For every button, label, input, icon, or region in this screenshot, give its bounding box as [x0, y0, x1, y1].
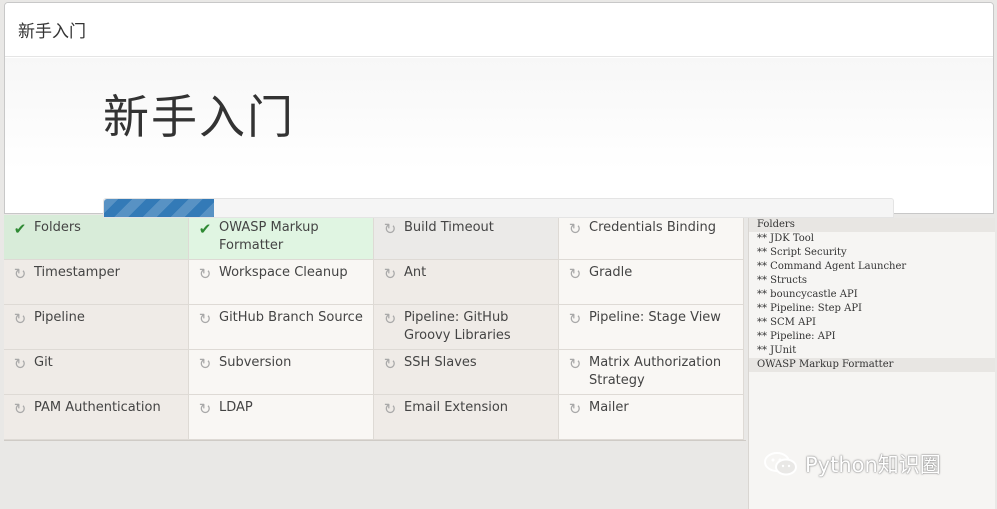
refresh-icon: ↻	[383, 220, 397, 238]
log-line: OWASP Markup Formatter	[749, 358, 995, 372]
log-line: Folders	[749, 218, 995, 232]
refresh-icon: ↻	[568, 220, 582, 238]
plugin-item: ↻ Git	[4, 350, 189, 395]
check-icon: ✔	[198, 220, 212, 238]
refresh-icon: ↻	[13, 310, 27, 328]
plugin-item: ↻ Pipeline: Stage View	[559, 305, 744, 350]
plugin-item: ↻ Subversion	[189, 350, 374, 395]
refresh-icon: ↻	[383, 310, 397, 328]
refresh-icon: ↻	[13, 265, 27, 283]
plugin-name: GitHub Branch Source	[219, 310, 363, 325]
plugin-name: Email Extension	[404, 400, 509, 415]
plugin-name: Gradle	[589, 265, 633, 280]
plugin-name: Credentials Binding	[589, 220, 716, 235]
refresh-icon: ↻	[568, 355, 582, 373]
log-line: ** JUnit	[757, 345, 797, 356]
plugin-name: OWASP Markup Formatter	[219, 220, 319, 253]
log-line: ** SCM API	[757, 317, 816, 328]
plugin-item: ↻ GitHub Branch Source	[189, 305, 374, 350]
plugin-item: ↻ Credentials Binding	[559, 215, 744, 260]
refresh-icon: ↻	[13, 400, 27, 418]
watermark-text: Python知识圈	[805, 453, 941, 477]
refresh-icon: ↻	[383, 355, 397, 373]
plugin-item: ✔ Folders	[4, 215, 189, 260]
plugin-item: ↻ Pipeline: GitHub Groovy Libraries	[374, 305, 559, 350]
plugin-name: PAM Authentication	[34, 400, 161, 415]
plugin-name: Build Timeout	[404, 220, 494, 235]
install-progress-fill	[104, 199, 215, 217]
dialog-header: 新手入门	[5, 3, 993, 57]
plugin-item: ↻ SSH Slaves	[374, 350, 559, 395]
refresh-icon: ↻	[198, 265, 212, 283]
plugin-item: ↻ Ant	[374, 260, 559, 305]
plugin-name: Timestamper	[34, 265, 120, 280]
plugin-name: LDAP	[219, 400, 253, 415]
plugin-name: SSH Slaves	[404, 355, 477, 370]
refresh-icon: ↻	[198, 310, 212, 328]
plugin-name: Pipeline	[34, 310, 85, 325]
refresh-icon: ↻	[198, 355, 212, 373]
log-line: ** bouncycastle API	[757, 289, 858, 300]
log-line: ** Pipeline: API	[757, 331, 836, 342]
dialog-header-title: 新手入门	[18, 22, 86, 42]
wechat-icon	[764, 452, 797, 476]
plugin-name: Subversion	[219, 355, 292, 370]
plugin-item: ↻ Matrix Authorization Strategy	[559, 350, 744, 395]
refresh-icon: ↻	[198, 400, 212, 418]
refresh-icon: ↻	[568, 400, 582, 418]
page-title: 新手入门	[103, 90, 295, 144]
log-line: ** Command Agent Launcher	[757, 261, 907, 272]
plugin-item: ↻ Mailer	[559, 395, 744, 440]
plugin-name: Pipeline: GitHub Groovy Libraries	[404, 310, 511, 343]
check-icon: ✔	[13, 220, 27, 238]
watermark: Python知识圈	[763, 449, 941, 479]
plugin-item: ↻ Timestamper	[4, 260, 189, 305]
install-progress-bar	[103, 198, 894, 218]
plugin-name: Mailer	[589, 400, 629, 415]
plugin-name: Git	[34, 355, 53, 370]
log-line: ** Script Security	[757, 247, 847, 258]
plugin-name: Folders	[34, 220, 81, 235]
log-line: ** JDK Tool	[757, 233, 814, 244]
plugin-name: Ant	[404, 265, 427, 280]
refresh-icon: ↻	[383, 400, 397, 418]
plugin-item: ↻ Workspace Cleanup	[189, 260, 374, 305]
refresh-icon: ↻	[568, 265, 582, 283]
plugin-item: ↻ Gradle	[559, 260, 744, 305]
log-line: ** Pipeline: Step API	[757, 303, 862, 314]
plugin-item: ↻ LDAP	[189, 395, 374, 440]
plugin-name: Pipeline: Stage View	[589, 310, 721, 325]
refresh-icon: ↻	[383, 265, 397, 283]
plugin-list: ✔ Folders ✔ OWASP Markup Formatter ↻ Build Ti…	[4, 215, 746, 441]
plugin-name: Workspace Cleanup	[219, 265, 348, 280]
plugin-item: ↻ Email Extension	[374, 395, 559, 440]
plugin-item: ↻ Pipeline	[4, 305, 189, 350]
refresh-icon: ↻	[568, 310, 582, 328]
refresh-icon: ↻	[13, 355, 27, 373]
plugin-item: ↻ PAM Authentication	[4, 395, 189, 440]
setup-dialog: 新手入门 新手入门	[4, 2, 994, 214]
plugin-item: ↻ Build Timeout	[374, 215, 559, 260]
log-line: ** Structs	[757, 275, 808, 286]
plugin-item: ✔ OWASP Markup Formatter	[189, 215, 374, 260]
plugin-name: Matrix Authorization Strategy	[589, 355, 722, 388]
